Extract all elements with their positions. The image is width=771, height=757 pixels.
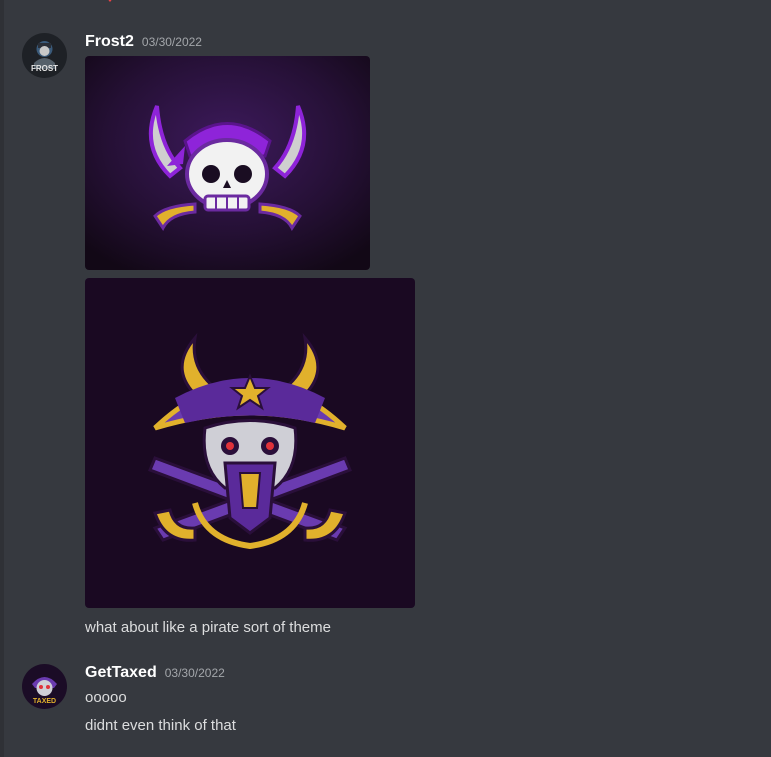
frost-logo-avatar-icon: FROST <box>22 33 67 78</box>
timestamp: 03/30/2022 <box>164 666 225 680</box>
username[interactable]: GetTaxed <box>85 664 157 682</box>
message-frost2: FROST Frost2 03/30/2022 what about like … <box>22 33 762 643</box>
partial-reaction-icon <box>108 0 112 2</box>
taxed-logo-avatar-icon: TAXED <box>22 664 67 709</box>
pirate-skull-bandana-logo-icon <box>85 56 370 270</box>
message-gettaxed: TAXED GetTaxed 03/30/2022 ooooo didnt ev… <box>22 664 762 744</box>
avatar-text: TAXED <box>33 698 56 705</box>
image-attachment-pirate-skull-bandana[interactable] <box>85 56 370 270</box>
pirate-captain-skull-logo-icon <box>85 278 415 608</box>
avatar-text: FROST <box>31 64 58 73</box>
username[interactable]: Frost2 <box>85 33 134 51</box>
timestamp: 03/30/2022 <box>141 35 202 49</box>
message-text: didnt even think of that <box>85 717 236 734</box>
message-text: what about like a pirate sort of theme <box>85 619 331 636</box>
image-attachment-pirate-captain-skull[interactable] <box>85 278 415 608</box>
user-avatar[interactable]: TAXED <box>22 664 67 709</box>
user-avatar[interactable]: FROST <box>22 33 67 78</box>
chat-left-edge <box>0 0 4 757</box>
message-text: ooooo <box>85 689 127 706</box>
